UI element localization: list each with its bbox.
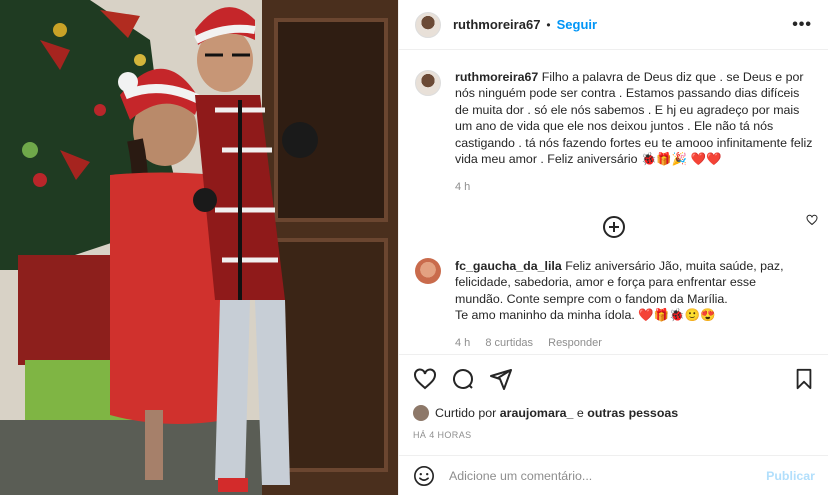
comment-username[interactable]: fc_gaucha_da_lila [455, 259, 562, 273]
comment-icon[interactable] [451, 367, 475, 391]
caption-meta: 4 h [455, 179, 813, 195]
caption-avatar[interactable] [415, 70, 441, 96]
separator-dot: • [546, 17, 551, 32]
add-comment-bar: Publicar [399, 455, 828, 495]
comments-section[interactable]: ruthmoreira67 Filho a palavra de Deus di… [399, 51, 828, 354]
comment-emojis: ❤️🎁🐞🙂😍 [638, 308, 716, 323]
author-username[interactable]: ruthmoreira67 [453, 17, 540, 32]
caption-time[interactable]: 4 h [455, 181, 470, 193]
post-time-ago[interactable]: HÁ 4 HORAS [413, 430, 815, 440]
comment-time[interactable]: 4 h [455, 337, 470, 349]
likes-summary: Curtido por araujomara_ e outras pessoas [413, 405, 815, 421]
liker-avatar[interactable] [413, 405, 429, 421]
likes-prefix: Curtido por [435, 406, 497, 420]
bookmark-icon[interactable] [793, 368, 815, 390]
comment-input[interactable] [449, 468, 767, 483]
comment-meta: 4 h 8 curtidas Responder [455, 335, 795, 351]
plus-circle-icon[interactable] [603, 215, 625, 238]
heart-icon[interactable] [413, 367, 437, 391]
avatar[interactable] [415, 11, 441, 38]
liker-username[interactable]: araujomara_ [500, 406, 574, 420]
caption-emojis: 🐞🎁🎉 ❤️❤️ [640, 152, 722, 167]
emoji-icon[interactable] [413, 465, 435, 487]
action-icons [413, 365, 815, 393]
comment-like-heart-icon[interactable] [806, 214, 818, 226]
post-photo-illustration [0, 0, 398, 495]
load-more-comments [415, 215, 813, 238]
likes-others[interactable]: outras pessoas [587, 406, 678, 420]
caption-username[interactable]: ruthmoreira67 [455, 70, 538, 84]
caption: ruthmoreira67 Filho a palavra de Deus di… [415, 69, 813, 196]
reply-button[interactable]: Responder [548, 337, 602, 349]
post-side-panel: ruthmoreira67 • Seguir ••• ruthmoreira67… [398, 0, 828, 495]
more-icon[interactable]: ••• [792, 16, 812, 34]
caption-text: Filho a palavra de Deus diz que . se Deu… [455, 70, 813, 167]
publish-button[interactable]: Publicar [766, 469, 815, 483]
post-actions: Curtido por araujomara_ e outras pessoas… [399, 354, 828, 440]
comment-text-2: Te amo maninho da minha ídola. [455, 308, 635, 323]
caption-body: ruthmoreira67 Filho a palavra de Deus di… [455, 69, 813, 196]
comment-item: fc_gaucha_da_lila Feliz aniversário Jão,… [415, 257, 813, 352]
post-photo[interactable] [0, 0, 398, 495]
share-icon[interactable] [489, 367, 513, 391]
post-header: ruthmoreira67 • Seguir ••• [399, 0, 828, 50]
instagram-post-modal: ruthmoreira67 • Seguir ••• ruthmoreira67… [0, 0, 828, 495]
comment-avatar[interactable] [415, 257, 441, 284]
follow-button[interactable]: Seguir [557, 17, 597, 32]
comment-likes[interactable]: 8 curtidas [485, 337, 533, 349]
likes-conj: e [576, 406, 584, 420]
comment-body: fc_gaucha_da_lila Feliz aniversário Jão,… [455, 258, 795, 352]
